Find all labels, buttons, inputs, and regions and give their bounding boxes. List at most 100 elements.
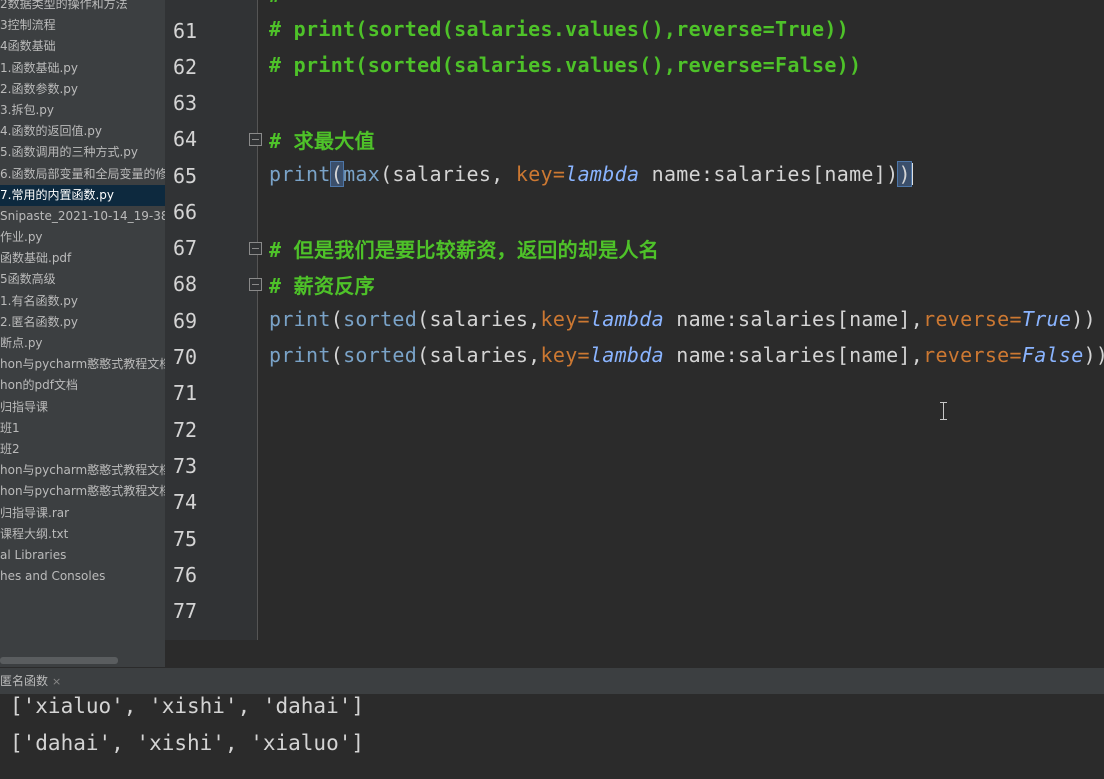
tree-item[interactable]: 归指导课.rar <box>0 503 165 524</box>
matched-paren: ) <box>897 161 912 187</box>
code-line-61: 61 # print(sorted(salaries.values(),reve… <box>165 12 1104 48</box>
line-number: 75 <box>172 527 198 551</box>
line-number: 67 <box>172 236 198 260</box>
code-line-68: 68 # 薪资反序 <box>165 265 1104 301</box>
tree-item[interactable]: hon的pdf文档 <box>0 375 165 396</box>
tree-item[interactable]: 作业.py <box>0 227 165 248</box>
token: name:salaries[name]) <box>639 162 899 186</box>
tree-item[interactable]: hon与pycharm憨憨式教程文档 <box>0 354 165 375</box>
token: print <box>269 307 331 331</box>
code-line-73: 73 <box>165 447 1104 483</box>
fold-toggle-icon[interactable] <box>249 133 262 146</box>
tree-item[interactable]: 3.拆包.py <box>0 100 165 121</box>
token: ( <box>330 343 344 367</box>
code-text[interactable]: # 但是我们是要比较薪资，返回的却是人名 <box>269 234 659 263</box>
tree-item[interactable]: 4函数基础 <box>0 36 165 57</box>
token: print <box>269 343 331 367</box>
code-text: # <box>269 0 281 7</box>
line-number: 73 <box>172 454 198 478</box>
token: name:salaries[name], <box>663 307 924 331</box>
token: key= <box>540 307 590 331</box>
token: reverse= <box>923 343 1022 367</box>
tree-item[interactable]: 班2 <box>0 439 165 460</box>
line-number: 65 <box>172 164 198 188</box>
token: sorted <box>343 307 418 331</box>
code-line-75: 75 <box>165 520 1104 556</box>
code-line-72: 72 <box>165 411 1104 447</box>
run-tab-bar: 匿名函数 × <box>0 667 1104 695</box>
tree-item[interactable]: hon与pycharm憨憨式教程文档 <box>0 481 165 502</box>
token: (salaries, <box>380 162 516 186</box>
code-line-77: 77 <box>165 592 1104 628</box>
token: name:salaries[name], <box>663 343 924 367</box>
tree-item[interactable]: 7.常用的内置函数.py <box>0 184 165 206</box>
code-line-65: 65 print(max(salaries, key=lambda name:s… <box>165 157 1104 193</box>
code-line-71: 71 <box>165 374 1104 410</box>
tree-item[interactable]: 归指导课 <box>0 397 165 418</box>
line-number: 76 <box>172 563 198 587</box>
token: ( <box>330 307 344 331</box>
tree-item[interactable]: hes and Consoles <box>0 566 165 587</box>
tree-item[interactable]: 1.有名函数.py <box>0 291 165 312</box>
token: (salaries, <box>417 343 541 367</box>
line-number: 64 <box>172 127 198 151</box>
token: max <box>343 162 381 186</box>
line-number: 68 <box>172 272 198 296</box>
token: )) <box>1083 343 1104 367</box>
code-line-70: 70 print(sorted(salaries,key=lambda name… <box>165 338 1104 374</box>
run-console[interactable]: ['xialuo', 'xishi', 'dahai'] ['dahai', '… <box>0 694 1104 779</box>
run-tab[interactable]: 匿名函数 × <box>0 668 61 695</box>
line-number: 74 <box>172 490 198 514</box>
tree-item[interactable]: 班1 <box>0 418 165 439</box>
token: key= <box>540 343 590 367</box>
token: key= <box>515 162 566 186</box>
line-number: 77 <box>172 599 198 623</box>
code-line-63: 63 <box>165 84 1104 120</box>
code-line-62: 62 # print(sorted(salaries.values(),reve… <box>165 48 1104 84</box>
code-text[interactable]: print(max(salaries, key=lambda name:sala… <box>269 161 913 187</box>
fold-toggle-icon[interactable] <box>249 278 262 291</box>
console-output-line: ['dahai', 'xishi', 'xialuo'] <box>10 731 365 755</box>
tree-item[interactable]: hon与pycharm憨憨式教程文档 <box>0 460 165 481</box>
token: reverse= <box>923 307 1022 331</box>
run-tab-label: 匿名函数 <box>0 674 49 688</box>
code-line-74: 74 <box>165 483 1104 519</box>
tree-item[interactable]: 课程大纲.txt <box>0 524 165 545</box>
code-text[interactable]: # print(sorted(salaries.values(),reverse… <box>269 17 849 41</box>
code-line-76: 76 <box>165 556 1104 592</box>
code-text[interactable]: print(sorted(salaries,key=lambda name:sa… <box>269 343 1104 367</box>
editor-bottom-area <box>165 640 1104 667</box>
line-number: 72 <box>172 418 198 442</box>
close-icon[interactable]: × <box>52 675 61 688</box>
tree-item[interactable]: 4.函数的返回值.py <box>0 121 165 142</box>
sidebar-horizontal-scrollbar[interactable] <box>0 657 118 664</box>
token: lambda <box>565 162 640 186</box>
tree-item[interactable]: 2.匿名函数.py <box>0 312 165 333</box>
tree-item[interactable]: 断点.py <box>0 333 165 354</box>
tree-item[interactable]: 3控制流程 <box>0 15 165 36</box>
tree-item[interactable]: 1.函数基础.py <box>0 58 165 79</box>
text-caret <box>910 163 913 185</box>
code-text[interactable]: print(sorted(salaries,key=lambda name:sa… <box>269 307 1096 331</box>
tree-item[interactable]: 5函数高级 <box>0 269 165 290</box>
tree-item[interactable]: Snipaste_2021-10-14_19-38-2 <box>0 206 165 227</box>
console-output-line: ['xialuo', 'xishi', 'dahai'] <box>10 694 365 718</box>
tree-item[interactable]: 5.函数调用的三种方式.py <box>0 142 165 163</box>
fold-toggle-icon[interactable] <box>249 242 262 255</box>
code-text[interactable]: # 薪资反序 <box>269 270 375 299</box>
code-line-69: 69 print(sorted(salaries,key=lambda name… <box>165 302 1104 338</box>
token: (salaries, <box>417 307 541 331</box>
ibeam-cursor-icon <box>940 402 948 420</box>
tree-item[interactable]: 函数基础.pdf <box>0 248 165 269</box>
tree-item[interactable]: al Libraries <box>0 545 165 566</box>
tree-item[interactable]: 2.函数参数.py <box>0 79 165 100</box>
code-text[interactable]: # 求最大值 <box>269 125 375 154</box>
tree-item[interactable]: 2数据类型的操作和方法 <box>0 0 165 15</box>
code-line-67: 67 # 但是我们是要比较薪资，返回的却是人名 <box>165 229 1104 265</box>
line-number: 62 <box>172 55 198 79</box>
token: False <box>1021 343 1084 367</box>
code-text[interactable]: # print(sorted(salaries.values(),reverse… <box>269 53 861 77</box>
tree-item[interactable]: 6.函数局部变量和全局变量的修 <box>0 164 165 185</box>
matched-paren: ( <box>329 161 345 187</box>
token: lambda <box>589 307 664 331</box>
